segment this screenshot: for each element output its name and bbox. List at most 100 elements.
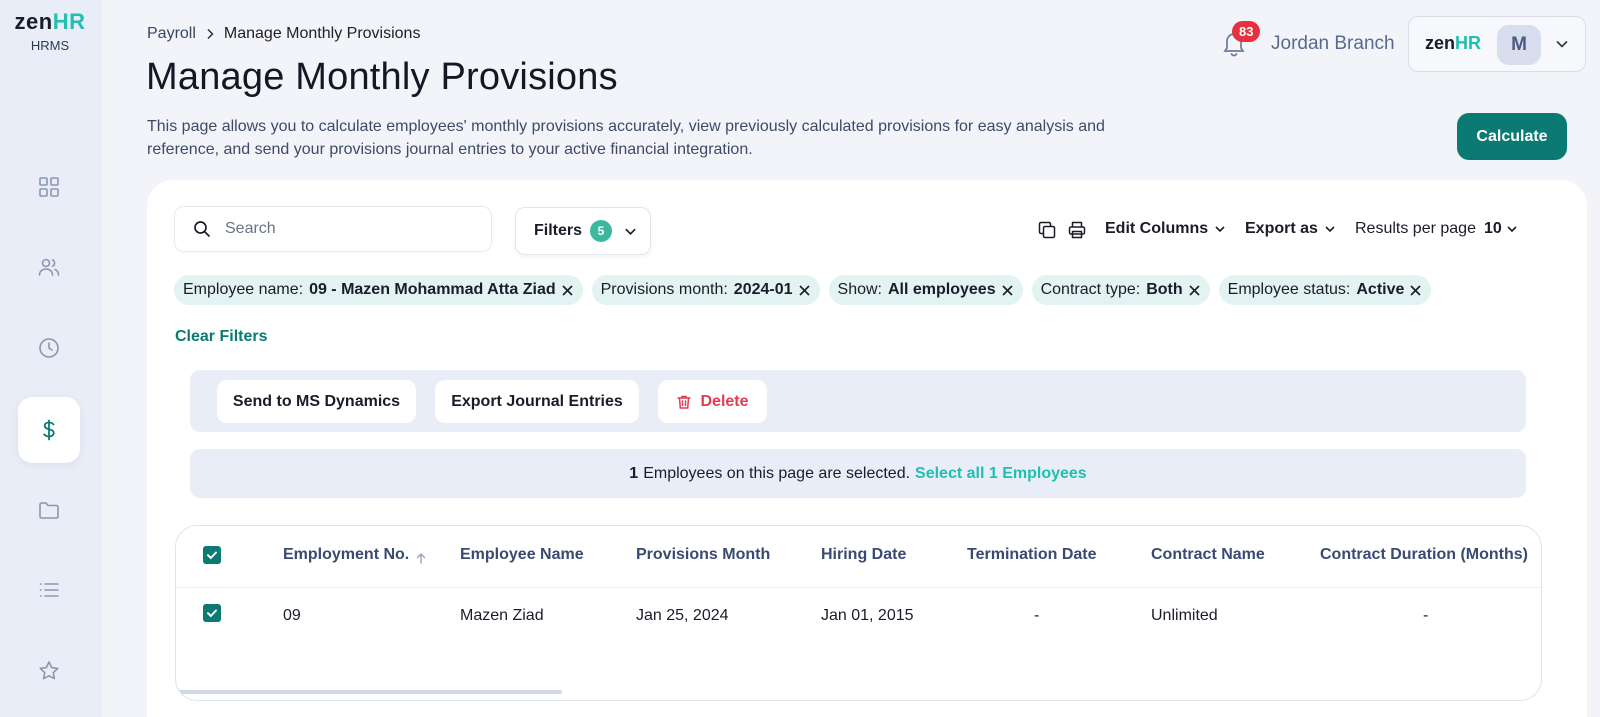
chevron-right-icon — [207, 28, 214, 40]
sidebar-item-favorites[interactable] — [18, 638, 80, 704]
edit-columns-dropdown[interactable]: Edit Columns — [1105, 220, 1226, 238]
selection-text: Employees on this page are selected. — [643, 464, 911, 482]
copy-icon[interactable] — [1037, 220, 1057, 240]
cell-contract-name: Unlimited — [1151, 607, 1218, 624]
page-title: Manage Monthly Provisions — [146, 56, 618, 98]
chip-value: 2024-01 — [733, 281, 793, 298]
active-filter-chips: Employee name: 09 - Mazen Mohammad Atta Z… — [174, 275, 1432, 305]
cell-employment-no: 09 — [283, 607, 301, 624]
sidebar: zenHR HRMS — [0, 0, 102, 717]
chevron-down-icon — [625, 228, 636, 235]
chip-key: Employee status: — [1227, 281, 1351, 298]
cell-hiring-date: Jan 01, 2015 — [821, 607, 914, 624]
dollar-icon — [43, 419, 55, 441]
chevron-down-icon — [1507, 226, 1517, 233]
filters-count-badge: 5 — [590, 220, 613, 242]
delete-button[interactable]: Delete — [658, 380, 767, 423]
user-name[interactable]: Jordan Branch — [1271, 33, 1395, 55]
column-header-employment-no[interactable]: Employment No. — [283, 546, 427, 564]
clear-filters-link[interactable]: Clear Filters — [175, 328, 267, 346]
search-box[interactable] — [174, 206, 492, 252]
page-description: This page allows you to calculate employ… — [147, 118, 1105, 158]
chip-key: Show: — [837, 281, 882, 298]
provisions-table: Employment No. Employee Name Provisions … — [175, 525, 1542, 701]
export-as-label: Export as — [1245, 220, 1318, 237]
users-icon — [38, 258, 60, 276]
logo-wordmark: zenHR — [14, 9, 86, 34]
sidebar-item-payroll[interactable] — [18, 397, 80, 463]
row-checkbox[interactable] — [203, 604, 221, 622]
calculate-button[interactable]: Calculate — [1457, 113, 1567, 160]
send-to-ms-dynamics-button[interactable]: Send to MS Dynamics — [217, 380, 416, 423]
cell-employee-name[interactable]: Mazen Ziad — [460, 607, 544, 625]
close-icon[interactable] — [798, 284, 810, 296]
sidebar-item-documents[interactable] — [18, 477, 80, 543]
column-header-contract-name[interactable]: Contract Name — [1151, 546, 1265, 564]
filters-button[interactable]: Filters 5 — [515, 207, 651, 255]
sidebar-item-lists[interactable] — [18, 557, 80, 623]
zenhr-logo[interactable]: zenHR HRMS — [10, 9, 90, 54]
chevron-down-icon — [1325, 226, 1335, 233]
sort-ascending-icon[interactable] — [415, 552, 427, 564]
list-icon — [39, 583, 59, 597]
column-header-employee-name[interactable]: Employee Name — [460, 546, 584, 564]
cell-provisions-month: Jan 25, 2024 — [636, 607, 729, 624]
chevron-down-icon — [1215, 226, 1225, 233]
company-logo: zenHR — [1425, 33, 1482, 53]
provisions-card: Filters 5 Edit Columns Export as Results… — [147, 180, 1587, 717]
notification-badge: 83 — [1232, 21, 1261, 42]
avatar[interactable]: M — [1497, 25, 1541, 65]
export-as-dropdown[interactable]: Export as — [1245, 220, 1336, 238]
chip-key: Employee name: — [183, 281, 304, 298]
filters-label: Filters — [534, 222, 583, 239]
grid-icon — [39, 177, 59, 197]
account-switcher[interactable]: zenHR M — [1408, 16, 1586, 72]
filter-chip-contract-type: Contract type: Both — [1031, 275, 1210, 305]
selection-banner: 1 Employees on this page are selected. S… — [190, 449, 1526, 498]
star-icon — [39, 661, 59, 680]
close-icon[interactable] — [1002, 284, 1013, 296]
breadcrumb: Payroll Manage Monthly Provisions — [147, 25, 420, 43]
check-icon — [207, 551, 217, 560]
filter-chip-show: Show: All employees — [828, 275, 1023, 305]
column-header-termination-date[interactable]: Termination Date — [967, 546, 1097, 564]
export-journal-entries-button[interactable]: Export Journal Entries — [435, 380, 639, 423]
chip-key: Contract type: — [1040, 281, 1141, 298]
print-icon[interactable] — [1067, 220, 1087, 240]
chip-value: Active — [1356, 281, 1405, 298]
close-icon[interactable] — [562, 284, 573, 296]
results-per-page: Results per page 10 — [1355, 220, 1518, 238]
results-per-page-label: Results per page — [1355, 220, 1476, 237]
search-icon — [194, 221, 210, 237]
breadcrumb-current: Manage Monthly Provisions — [223, 25, 421, 42]
chevron-down-icon[interactable] — [1555, 37, 1569, 51]
close-icon[interactable] — [1410, 284, 1421, 296]
sidebar-item-time[interactable] — [18, 315, 80, 381]
selected-count: 1 — [629, 464, 639, 482]
header-divider — [176, 587, 1541, 588]
folder-icon — [39, 502, 59, 519]
chip-value: All employees — [887, 281, 996, 298]
breadcrumb-payroll-link[interactable]: Payroll — [147, 25, 196, 43]
column-header-contract-duration[interactable]: Contract Duration (Months) — [1320, 546, 1528, 564]
chip-value: Both — [1146, 281, 1183, 298]
logo-subtitle: HRMS — [30, 38, 70, 53]
select-all-link[interactable]: Select all 1 Employees — [915, 465, 1087, 483]
sidebar-item-people[interactable] — [18, 234, 80, 300]
sidebar-item-dashboard[interactable] — [18, 154, 80, 220]
filter-chip-employee-name: Employee name: 09 - Mazen Mohammad Atta Z… — [174, 275, 583, 305]
select-all-checkbox[interactable] — [203, 546, 221, 564]
search-input[interactable] — [225, 220, 455, 238]
horizontal-scrollbar[interactable] — [178, 690, 562, 694]
results-per-page-select[interactable]: 10 — [1484, 220, 1518, 238]
filter-chip-employee-status: Employee status: Active — [1218, 275, 1432, 305]
close-icon[interactable] — [1189, 284, 1200, 296]
cell-termination-date: - — [1034, 607, 1040, 624]
column-header-provisions-month[interactable]: Provisions Month — [636, 546, 770, 564]
filter-chip-provisions-month: Provisions month: 2024-01 — [591, 275, 820, 305]
chip-value: 09 - Mazen Mohammad Atta Ziad — [309, 281, 556, 298]
column-header-hiring-date[interactable]: Hiring Date — [821, 546, 906, 564]
delete-label: Delete — [700, 392, 749, 410]
clock-icon — [39, 338, 59, 358]
trash-icon — [677, 395, 692, 409]
